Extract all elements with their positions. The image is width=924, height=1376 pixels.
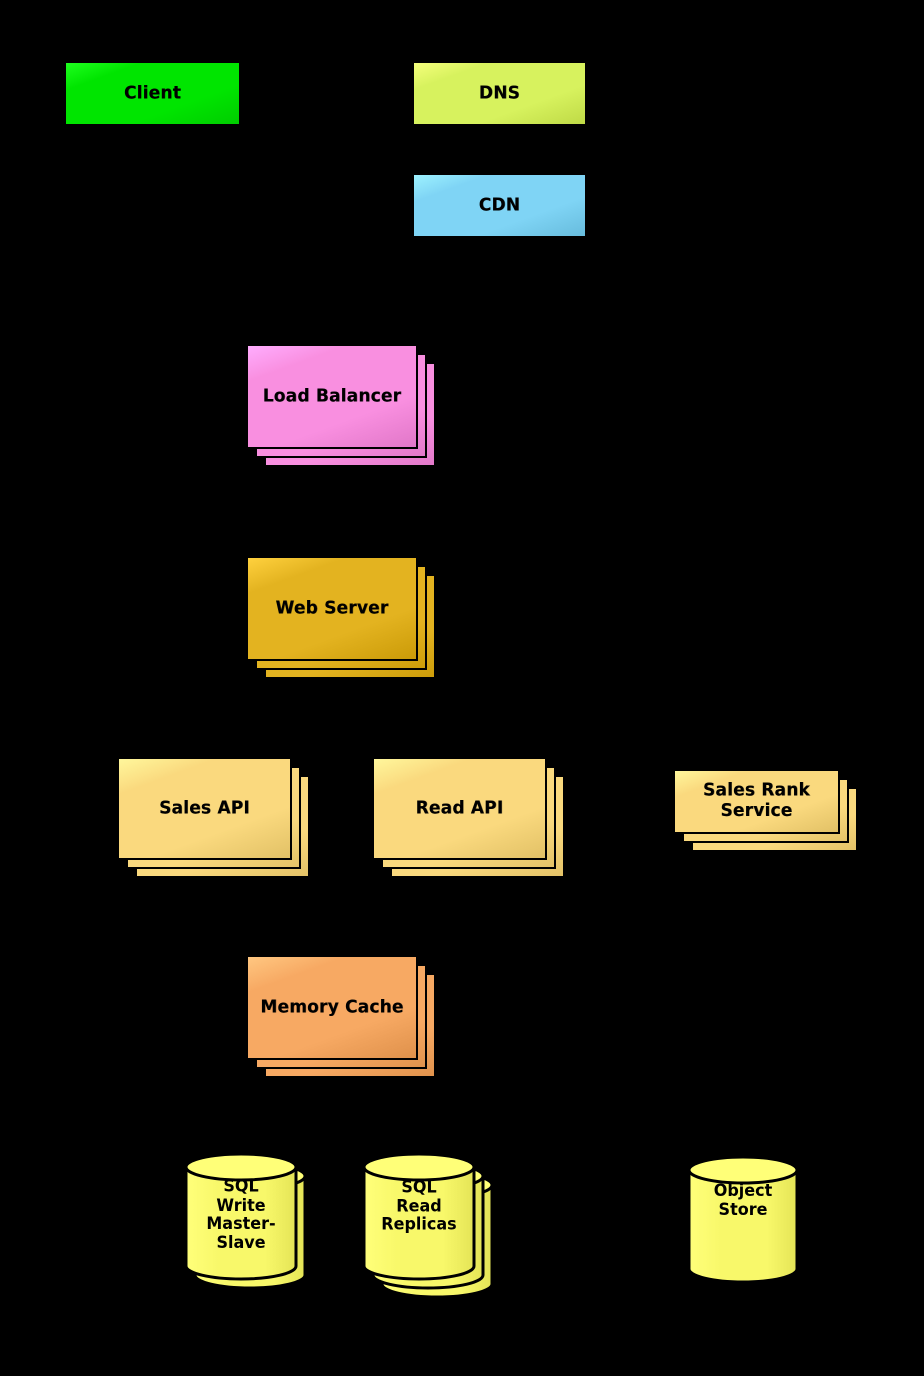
node-object-store-body[interactable]: Object Store bbox=[687, 1155, 799, 1286]
node-load-balancer-label: Load Balancer bbox=[262, 385, 402, 407]
node-sales-api[interactable]: Sales API bbox=[117, 757, 310, 878]
node-memory-cache[interactable]: Memory Cache bbox=[246, 955, 436, 1078]
node-dns-label: DNS bbox=[478, 82, 521, 104]
node-read-api-body[interactable]: Read API bbox=[372, 757, 547, 860]
node-object-store[interactable]: Object Store bbox=[687, 1155, 799, 1284]
node-client-body[interactable]: Client bbox=[64, 61, 241, 126]
node-web-server-label: Web Server bbox=[275, 597, 389, 619]
node-sales-rank-service-body[interactable]: Sales Rank Service bbox=[673, 769, 840, 834]
node-client[interactable]: Client bbox=[64, 61, 241, 126]
node-sql-read-replicas-body[interactable]: SQL Read Replicas bbox=[362, 1152, 476, 1283]
node-sql-read-replicas[interactable]: SQL Read ReplicasSQL Read ReplicasSQL Re… bbox=[362, 1152, 494, 1299]
node-sql-write-master-slave[interactable]: SQL Write Master- SlaveSQL Write Master-… bbox=[184, 1152, 307, 1290]
node-sales-rank-service[interactable]: Sales Rank Service bbox=[673, 769, 858, 852]
node-web-server-body[interactable]: Web Server bbox=[246, 556, 418, 661]
node-sales-api-label: Sales API bbox=[159, 797, 250, 819]
node-cdn[interactable]: CDN bbox=[412, 173, 587, 238]
node-memory-cache-label: Memory Cache bbox=[260, 996, 404, 1018]
node-read-api-label: Read API bbox=[415, 797, 504, 819]
node-web-server[interactable]: Web Server bbox=[246, 556, 436, 679]
node-dns-body[interactable]: DNS bbox=[412, 61, 587, 126]
node-cdn-body[interactable]: CDN bbox=[412, 173, 587, 238]
node-sales-rank-service-label: Sales Rank Service bbox=[702, 780, 811, 822]
diagram-canvas: Client DNS CDN Load Balancer Web Server Sales… bbox=[0, 0, 924, 1376]
node-client-label: Client bbox=[123, 82, 182, 104]
node-memory-cache-body[interactable]: Memory Cache bbox=[246, 955, 418, 1060]
node-cdn-label: CDN bbox=[478, 194, 521, 216]
node-load-balancer[interactable]: Load Balancer bbox=[246, 344, 436, 467]
node-dns[interactable]: DNS bbox=[412, 61, 587, 126]
node-load-balancer-body[interactable]: Load Balancer bbox=[246, 344, 418, 449]
node-read-api[interactable]: Read API bbox=[372, 757, 565, 878]
node-sales-api-body[interactable]: Sales API bbox=[117, 757, 292, 860]
node-sql-write-master-slave-body[interactable]: SQL Write Master- Slave bbox=[184, 1152, 298, 1283]
